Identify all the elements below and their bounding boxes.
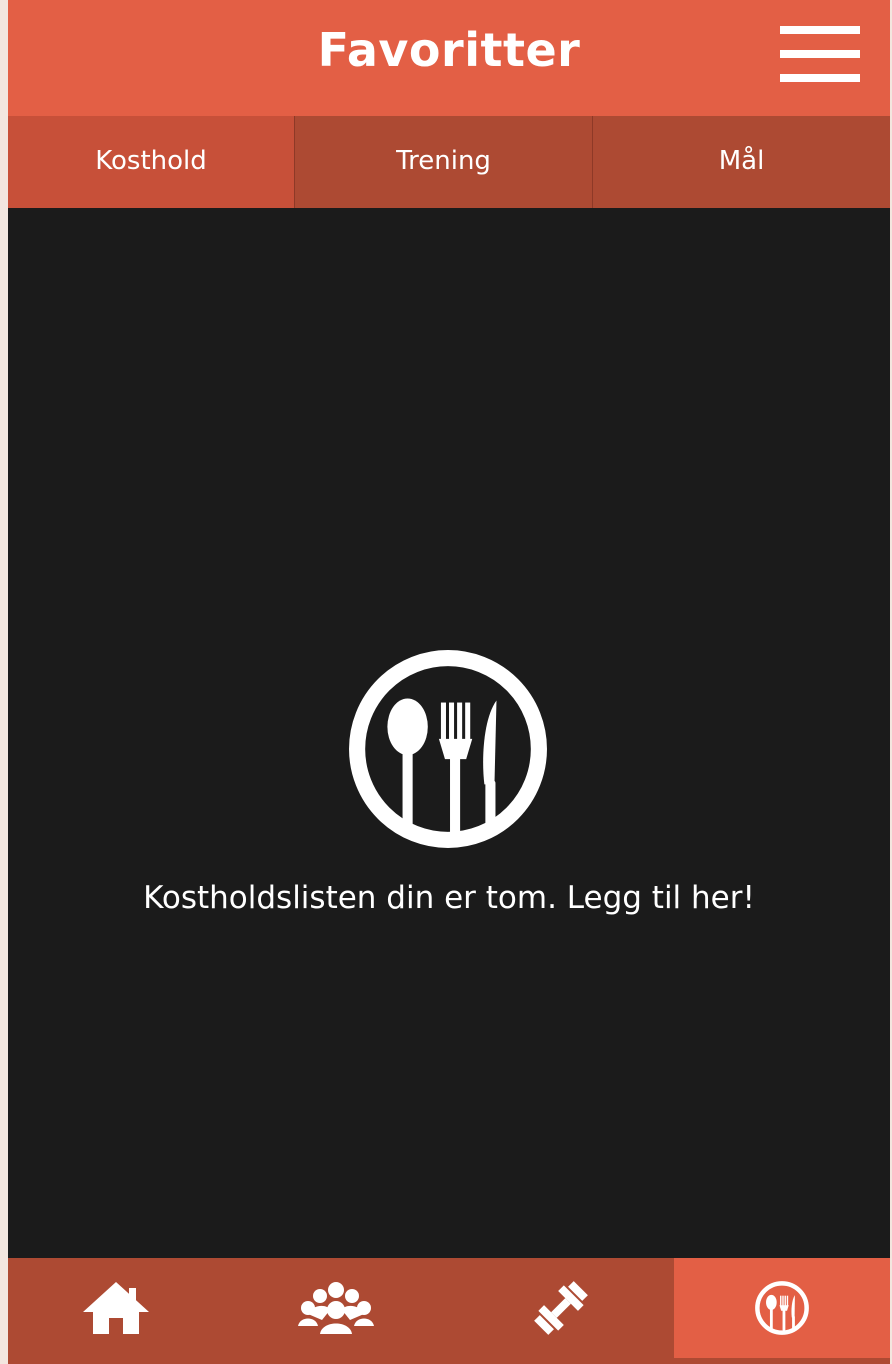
app-window: Favoritter Kosthold Trening Mål Kosthold… [8, 0, 890, 1364]
tab-mal[interactable]: Mål [593, 116, 890, 208]
nav-diet[interactable] [674, 1258, 890, 1358]
group-icon [297, 1282, 374, 1334]
nav-community[interactable] [223, 1258, 448, 1358]
home-icon [82, 1282, 149, 1334]
dumbbell-icon [534, 1281, 588, 1335]
empty-list-message[interactable]: Kostholdslisten din er tom. Legg til her… [8, 880, 890, 916]
tab-bar: Kosthold Trening Mål [8, 116, 890, 208]
main-content: Kostholdslisten din er tom. Legg til her… [8, 208, 890, 1258]
bottom-navigation [8, 1258, 890, 1364]
nav-training[interactable] [448, 1258, 674, 1358]
cutlery-circle-icon [349, 650, 547, 848]
tab-trening[interactable]: Trening [295, 116, 593, 208]
cutlery-icon [755, 1281, 809, 1335]
page-title: Favoritter [317, 23, 581, 77]
app-header: Favoritter [8, 0, 890, 116]
tab-kosthold[interactable]: Kosthold [8, 116, 295, 208]
nav-home[interactable] [8, 1258, 223, 1358]
hamburger-menu-icon[interactable] [776, 20, 866, 90]
